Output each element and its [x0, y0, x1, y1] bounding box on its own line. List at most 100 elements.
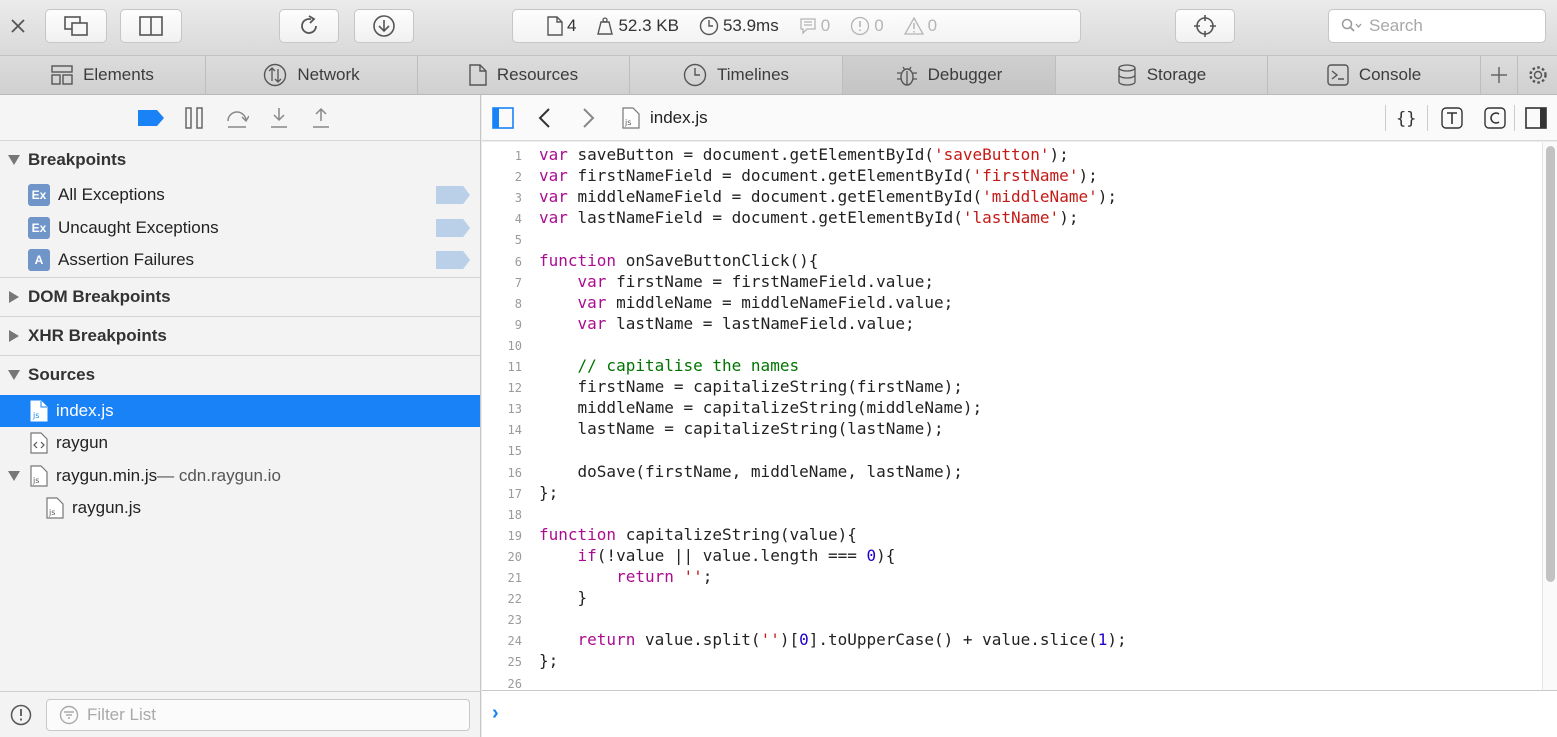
resource-count[interactable]: 4: [547, 16, 576, 36]
code-line[interactable]: 25};: [482, 650, 1542, 671]
resource-size[interactable]: 52.3 KB: [596, 16, 679, 36]
code-line[interactable]: 17};: [482, 482, 1542, 503]
reload-button[interactable]: [279, 9, 339, 43]
source-item-raygun[interactable]: raygun: [0, 427, 480, 459]
detach-window-button[interactable]: [45, 9, 107, 43]
tab-console[interactable]: Console: [1268, 56, 1481, 94]
code-line[interactable]: 8 var middleName = middleNameField.value…: [482, 292, 1542, 313]
breakpoint-item-assertion-failures[interactable]: A Assertion Failures: [0, 244, 480, 276]
code-line[interactable]: 21 return '';: [482, 566, 1542, 587]
line-number[interactable]: 25: [482, 652, 522, 673]
line-number[interactable]: 6: [482, 252, 522, 273]
line-number[interactable]: 12: [482, 378, 522, 399]
line-number[interactable]: 16: [482, 463, 522, 484]
line-number[interactable]: 9: [482, 315, 522, 336]
tab-debugger[interactable]: Debugger: [843, 56, 1056, 94]
code-line[interactable]: 26: [482, 672, 1542, 691]
editor-scrollbar[interactable]: [1542, 142, 1557, 690]
code-editor[interactable]: 1 var saveButton = document.getElementByI…: [482, 142, 1542, 690]
code-line[interactable]: 24 return value.split('')[0].toUpperCase…: [482, 629, 1542, 650]
sources-section-header[interactable]: Sources: [0, 356, 480, 394]
code-line[interactable]: 10: [482, 334, 1542, 355]
load-time[interactable]: 53.9ms: [699, 16, 779, 36]
code-line[interactable]: 15: [482, 439, 1542, 460]
scrollbar-thumb[interactable]: [1546, 146, 1555, 582]
forward-button[interactable]: [580, 107, 596, 134]
line-number[interactable]: 18: [482, 505, 522, 526]
dom-breakpoints-section-header[interactable]: DOM Breakpoints: [0, 278, 480, 316]
filter-list-input[interactable]: Filter List: [46, 699, 470, 731]
step-over-button[interactable]: [225, 107, 250, 134]
new-tab-button[interactable]: [1481, 56, 1518, 94]
code-line[interactable]: 23: [482, 608, 1542, 629]
code-line[interactable]: 11 // capitalise the names: [482, 355, 1542, 376]
code-line[interactable]: 20 if(!value || value.length === 0){: [482, 545, 1542, 566]
code-line[interactable]: 22 }: [482, 587, 1542, 608]
pause-button[interactable]: [184, 107, 204, 134]
download-button[interactable]: [354, 9, 414, 43]
code-line[interactable]: 7 var firstName = firstNameField.value;: [482, 271, 1542, 292]
inspect-element-button[interactable]: [1175, 9, 1235, 43]
tab-resources[interactable]: Resources: [418, 56, 630, 94]
line-number[interactable]: 1: [482, 146, 522, 167]
code-line[interactable]: 3 var middleNameField = document.getEleme…: [482, 186, 1542, 207]
close-icon[interactable]: [6, 14, 30, 38]
breakpoint-marker-icon[interactable]: [436, 251, 470, 269]
line-number[interactable]: 10: [482, 336, 522, 357]
line-number[interactable]: 24: [482, 631, 522, 652]
line-number[interactable]: 20: [482, 547, 522, 568]
search-field[interactable]: Search: [1328, 9, 1546, 43]
code-line[interactable]: 16 doSave(firstName, middleName, lastNam…: [482, 461, 1542, 482]
quick-console[interactable]: ›: [482, 690, 1557, 737]
log-count[interactable]: 0: [799, 16, 830, 36]
step-into-button[interactable]: [268, 107, 290, 134]
code-line[interactable]: 5: [482, 228, 1542, 249]
line-number[interactable]: 11: [482, 357, 522, 378]
breakpoints-toggle-button[interactable]: [138, 110, 164, 131]
error-count[interactable]: 0: [850, 16, 884, 36]
breakpoint-marker-icon[interactable]: [436, 186, 470, 204]
tab-network[interactable]: Network: [206, 56, 418, 94]
step-out-button[interactable]: [310, 107, 332, 134]
breakpoint-item-uncaught-exceptions[interactable]: Ex Uncaught Exceptions: [0, 212, 480, 244]
tab-timelines[interactable]: Timelines: [630, 56, 843, 94]
line-number[interactable]: 14: [482, 420, 522, 441]
code-line[interactable]: 18: [482, 503, 1542, 524]
breakpoints-section-header[interactable]: Breakpoints: [0, 141, 480, 179]
line-number[interactable]: 26: [482, 674, 522, 691]
line-number[interactable]: 19: [482, 526, 522, 547]
code-line[interactable]: 2 var firstNameField = document.getElemen…: [482, 165, 1542, 186]
line-number[interactable]: 13: [482, 399, 522, 420]
pretty-print-button[interactable]: {}: [1395, 107, 1417, 134]
line-number[interactable]: 7: [482, 273, 522, 294]
type-profiler-button[interactable]: [1441, 107, 1463, 134]
line-number[interactable]: 21: [482, 568, 522, 589]
code-line[interactable]: 14 lastName = capitalizeString(lastName)…: [482, 418, 1542, 439]
tab-elements[interactable]: Elements: [0, 56, 206, 94]
source-item-index-js[interactable]: js index.js: [0, 395, 480, 427]
settings-button[interactable]: [1518, 56, 1557, 94]
code-line[interactable]: 9 var lastName = lastNameField.value;: [482, 313, 1542, 334]
navigation-sidebar-toggle[interactable]: [492, 107, 514, 134]
line-number[interactable]: 23: [482, 610, 522, 631]
code-line[interactable]: 6 function onSaveButtonClick(){: [482, 250, 1542, 271]
details-sidebar-toggle[interactable]: [1525, 107, 1547, 134]
line-number[interactable]: 4: [482, 209, 522, 230]
code-line[interactable]: 19 function capitalizeString(value){: [482, 524, 1542, 545]
current-file-name[interactable]: index.js: [650, 108, 708, 128]
breakpoint-marker-icon[interactable]: [436, 219, 470, 237]
warning-count[interactable]: 0: [903, 16, 937, 36]
line-number[interactable]: 15: [482, 441, 522, 462]
line-number[interactable]: 17: [482, 484, 522, 505]
code-coverage-button[interactable]: [1484, 107, 1506, 134]
split-panel-button[interactable]: [120, 9, 182, 43]
xhr-breakpoints-section-header[interactable]: XHR Breakpoints: [0, 317, 480, 355]
back-button[interactable]: [537, 107, 553, 134]
tab-storage[interactable]: Storage: [1056, 56, 1268, 94]
issues-filter-button[interactable]: [10, 704, 32, 731]
line-number[interactable]: 5: [482, 230, 522, 251]
source-item-raygun-js[interactable]: js raygun.js: [0, 492, 480, 524]
code-line[interactable]: 4 var lastNameField = document.getElement…: [482, 207, 1542, 228]
breakpoint-item-all-exceptions[interactable]: Ex All Exceptions: [0, 179, 480, 211]
line-number[interactable]: 8: [482, 294, 522, 315]
